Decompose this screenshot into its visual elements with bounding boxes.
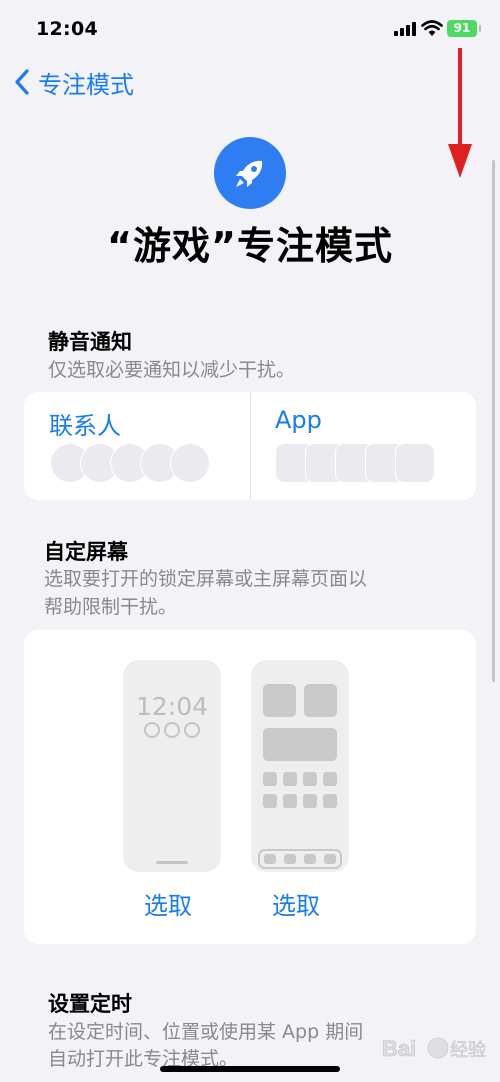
contact-avatars xyxy=(50,443,220,483)
annotation-arrow-icon xyxy=(448,48,472,178)
lock-screen-home-bar xyxy=(156,861,188,864)
back-label: 专注模式 xyxy=(38,70,134,99)
choose-home-screen-button[interactable]: 选取 xyxy=(272,886,320,921)
back-button[interactable]: 专注模式 xyxy=(14,64,134,100)
customize-screens-subtitle-line1: 选取要打开的锁定屏幕或主屏幕页面以 xyxy=(44,568,368,590)
schedule-subtitle-line1: 在设定时间、位置或使用某 App 期间 xyxy=(48,1021,364,1043)
app-icons xyxy=(275,443,445,483)
status-time: 12:04 xyxy=(36,18,98,40)
home-screen-preview[interactable] xyxy=(251,660,349,872)
schedule-title: 设置定时 xyxy=(48,992,132,1016)
battery-level: 91 xyxy=(453,21,471,35)
wifi-icon xyxy=(421,20,443,36)
rocket-icon xyxy=(236,160,263,187)
customize-screens-title: 自定屏幕 xyxy=(44,540,128,564)
silence-notifications-title: 静音通知 xyxy=(48,330,132,354)
card-divider xyxy=(250,392,251,500)
home-indicator[interactable] xyxy=(160,1066,340,1072)
watermark-brand: Bai xyxy=(382,1036,416,1061)
silence-notifications-subtitle: 仅选取必要通知以减少干扰。 xyxy=(48,359,296,381)
scroll-indicator[interactable] xyxy=(492,160,495,682)
lock-screen-preview[interactable]: 12:04 xyxy=(123,660,221,872)
watermark-suffix: 经验 xyxy=(450,1040,486,1061)
page-title: “游戏”专注模式 xyxy=(107,224,393,268)
allowed-apps-button[interactable]: App xyxy=(275,406,322,434)
cellular-signal-icon xyxy=(394,22,416,36)
allowed-people-button[interactable]: 联系人 xyxy=(49,406,121,441)
lock-screen-time: 12:04 xyxy=(135,692,209,721)
lock-screen-widgets xyxy=(123,722,221,738)
home-screen-dock xyxy=(258,849,342,869)
status-bar: 12:04 91 xyxy=(0,0,500,60)
baidu-jingyan-watermark: Bai 经验 xyxy=(380,1024,490,1074)
customize-screens-card: 12:04 选取 选取 xyxy=(24,630,476,944)
customize-screens-subtitle-line2: 帮助限制干扰。 xyxy=(44,596,178,618)
choose-lock-screen-button[interactable]: 选取 xyxy=(144,886,192,921)
silence-notifications-card: 联系人 App xyxy=(24,392,476,500)
chevron-left-icon xyxy=(15,69,29,95)
focus-mode-icon xyxy=(214,137,286,209)
battery-icon: 91 xyxy=(447,20,481,37)
watermark-logo: Bai 经验 xyxy=(382,1036,487,1062)
